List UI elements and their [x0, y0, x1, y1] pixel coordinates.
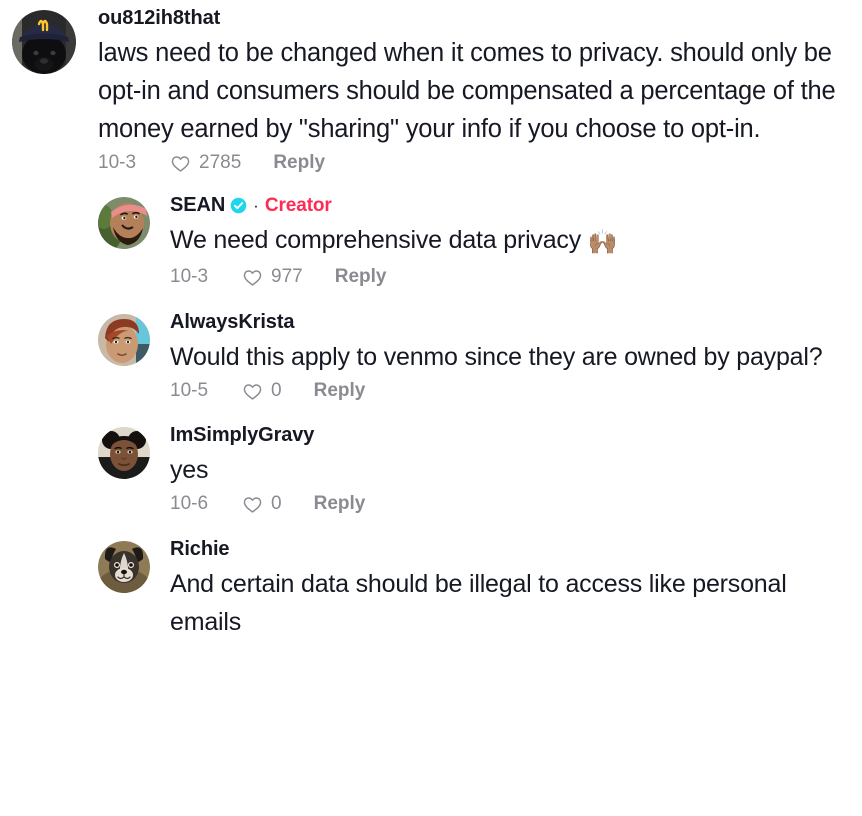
reply-button[interactable]: Reply	[335, 266, 387, 288]
comment-item-reply-2[interactable]: AlwaysKrista Would this apply to venmo s…	[0, 312, 862, 402]
creator-badge: Creator	[264, 194, 332, 216]
comment-text-body: We need comprehensive data privacy	[170, 226, 588, 254]
comment-name-row: ou812ih8that	[98, 8, 862, 28]
avatar-chihuahua-dog[interactable]	[98, 541, 150, 593]
heart-outline-icon[interactable]	[242, 267, 263, 288]
comment-username[interactable]: SEAN	[170, 195, 225, 215]
comment-username[interactable]: ImSimplyGravy	[170, 425, 314, 445]
raising-hands-emoji: 🙌🏽	[587, 229, 618, 256]
comment-text: Would this apply to venmo since they are…	[170, 343, 823, 371]
comment-name-row: Richie	[170, 539, 862, 559]
verified-badge-icon	[230, 197, 247, 214]
comment-date: 10-5	[170, 380, 209, 401]
comment-meta-row: 10-3 977 Reply	[170, 266, 862, 288]
comment-date: 10-6	[170, 493, 209, 514]
comment-name-row: SEAN · Creator	[170, 195, 862, 215]
comment-text: And certain data should be illegal to ac…	[170, 570, 787, 636]
comment-thread: ou812ih8that laws need to be changed whe…	[0, 0, 862, 816]
comment-item-root[interactable]: ou812ih8that laws need to be changed whe…	[0, 0, 862, 174]
like-count: 2785	[199, 152, 242, 173]
reply-button[interactable]: Reply	[314, 493, 366, 515]
reply-button[interactable]: Reply	[314, 380, 366, 402]
comment-body: ou812ih8that laws need to be changed whe…	[76, 8, 862, 174]
comment-meta-row: 10-3 2785 Reply	[98, 152, 862, 174]
like-count: 0	[271, 380, 282, 401]
comment-name-row: ImSimplyGravy	[170, 425, 862, 445]
name-separator: ·	[253, 195, 259, 215]
like-group[interactable]: 977	[242, 266, 303, 288]
like-count: 977	[271, 266, 303, 287]
reply-button[interactable]: Reply	[273, 152, 325, 174]
like-group[interactable]: 2785	[170, 152, 241, 174]
comment-item-reply-4[interactable]: Richie And certain data should be illega…	[0, 539, 862, 641]
comment-date: 10-3	[170, 266, 209, 287]
comment-date: 10-3	[98, 152, 137, 173]
comment-username[interactable]: AlwaysKrista	[170, 312, 295, 332]
comment-body: ImSimplyGravy yes 10-6 0 Reply	[150, 425, 862, 515]
avatar-woman-puff-buns[interactable]	[98, 427, 150, 479]
comment-username[interactable]: Richie	[170, 539, 230, 559]
comment-text: We need comprehensive data privacy 🙌🏽	[170, 221, 862, 262]
comment-body: SEAN · Creator We need comprehensive dat…	[150, 195, 862, 288]
comment-meta-row: 10-5 0 Reply	[170, 380, 862, 402]
like-group[interactable]: 0	[242, 493, 282, 515]
comment-item-reply-3[interactable]: ImSimplyGravy yes 10-6 0 Reply	[0, 425, 862, 515]
comment-text: laws need to be changed when it comes to…	[98, 39, 836, 143]
avatar-black-dog-mcdonalds-cap[interactable]	[12, 10, 76, 74]
avatar-woman-red-hair[interactable]	[98, 314, 150, 366]
like-count: 0	[271, 493, 282, 514]
comment-item-reply-1[interactable]: SEAN · Creator We need comprehensive dat…	[0, 195, 862, 288]
comment-text: yes	[170, 456, 209, 484]
comment-body: Richie And certain data should be illega…	[150, 539, 862, 641]
comment-body: AlwaysKrista Would this apply to venmo s…	[150, 312, 862, 402]
heart-outline-icon[interactable]	[170, 153, 191, 174]
comment-username[interactable]: ou812ih8that	[98, 8, 220, 28]
avatar-man-pink-headband[interactable]	[98, 197, 150, 249]
like-group[interactable]: 0	[242, 380, 282, 402]
heart-outline-icon[interactable]	[242, 494, 263, 515]
comment-meta-row: 10-6 0 Reply	[170, 493, 862, 515]
comment-name-row: AlwaysKrista	[170, 312, 862, 332]
heart-outline-icon[interactable]	[242, 381, 263, 402]
